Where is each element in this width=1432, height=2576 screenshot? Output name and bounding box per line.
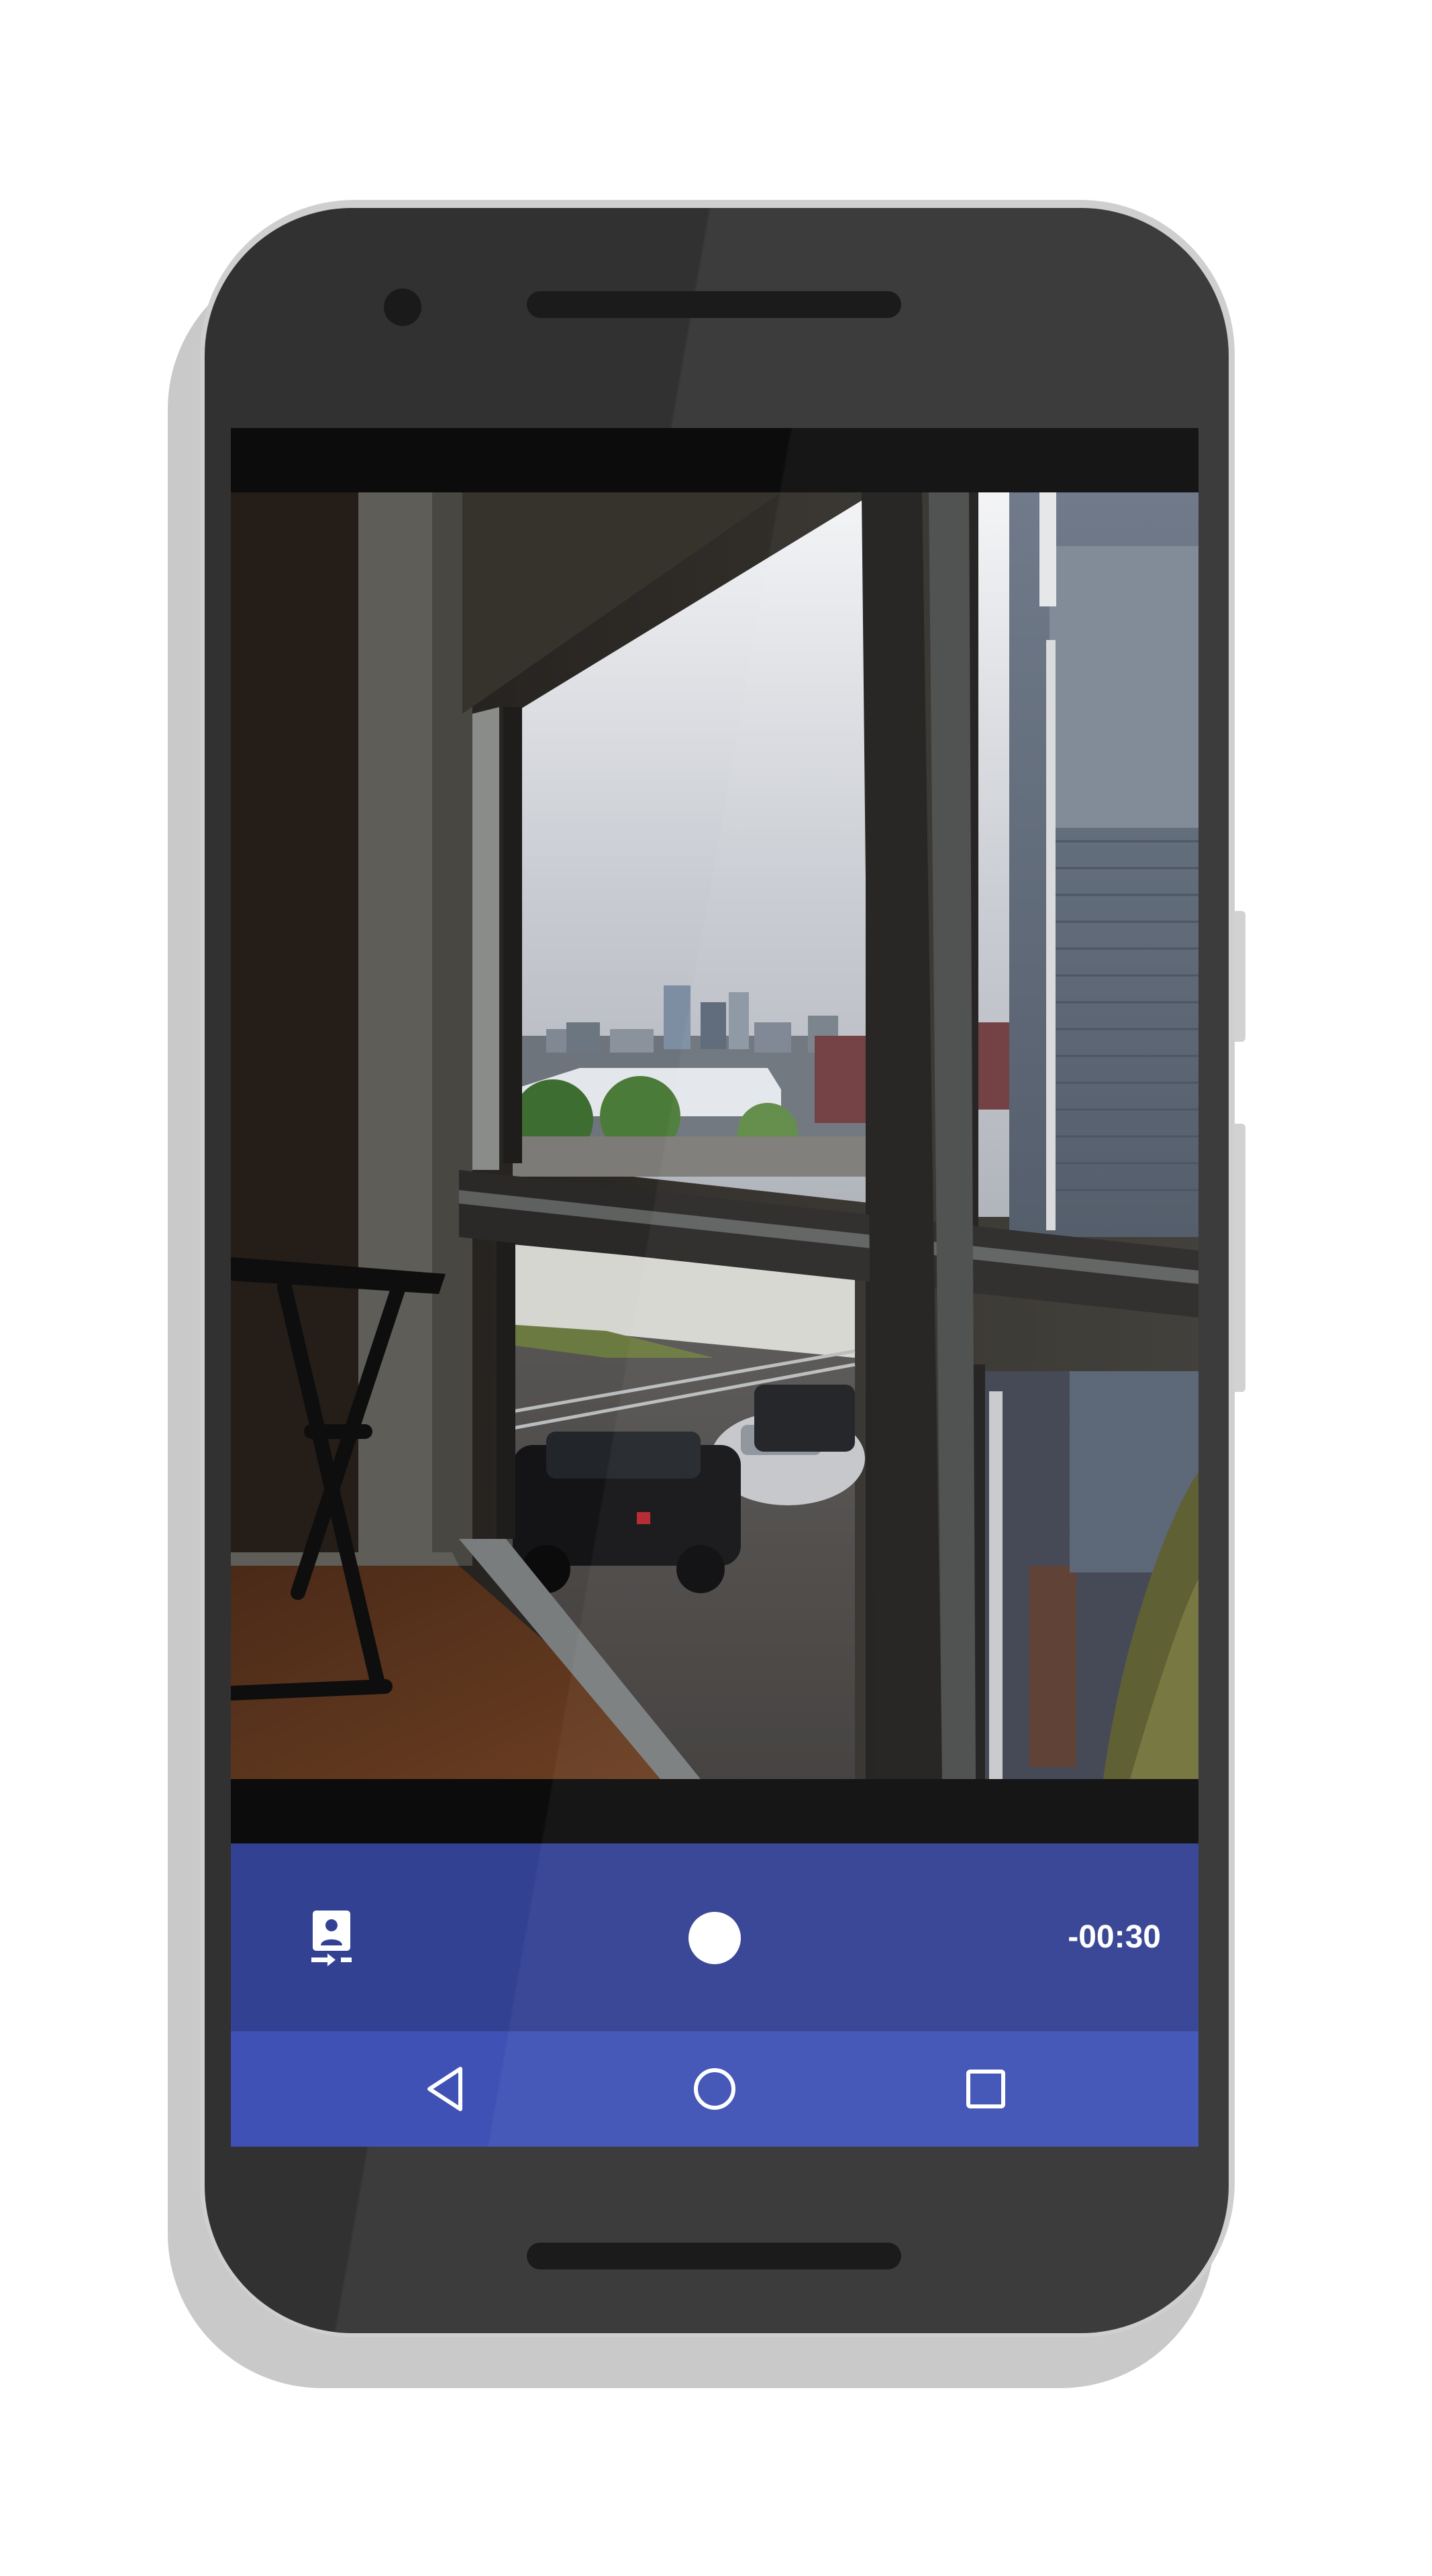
camera-controls-bar: -00:30 (231, 1843, 1198, 2031)
earpiece-speaker (527, 291, 901, 318)
power-button (1233, 911, 1245, 1042)
volume-button (1233, 1124, 1245, 1392)
record-button[interactable] (688, 1912, 741, 1964)
system-navigation-bar (231, 2031, 1198, 2147)
bottom-speaker (527, 2243, 901, 2269)
camera-preview-image (231, 492, 1198, 1779)
front-camera-icon (384, 288, 421, 326)
camera-viewfinder[interactable] (231, 492, 1198, 1779)
device-mockup: -00:30 (0, 0, 1432, 2576)
back-triangle-icon[interactable] (420, 2062, 474, 2116)
recording-timer: -00:30 (1068, 1919, 1161, 1955)
recents-square-icon[interactable] (959, 2062, 1013, 2116)
phone-screen: -00:30 (231, 428, 1198, 2147)
home-circle-icon[interactable] (688, 2062, 741, 2116)
switch-camera-icon[interactable] (298, 1904, 365, 1971)
